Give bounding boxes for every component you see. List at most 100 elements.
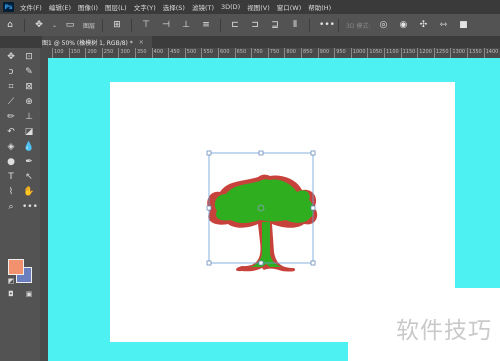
3d-scale-icon[interactable]: ■ xyxy=(458,20,468,30)
align-right-icon[interactable]: ⊒ xyxy=(270,20,280,30)
ruler-tick: 1300 xyxy=(450,48,465,58)
ruler-tick: 600 xyxy=(218,48,230,58)
ruler-tick: 850 xyxy=(301,48,313,58)
transform-controls-icon[interactable]: ⊞ xyxy=(112,20,122,30)
photoshop-logo[interactable]: Ps xyxy=(3,2,14,12)
quick-mask-icon[interactable]: ◘ xyxy=(4,288,18,300)
menu-layer[interactable]: 图层(L) xyxy=(105,2,127,12)
default-colors-icon[interactable]: ◩ xyxy=(4,275,18,287)
ruler-tick: 250 xyxy=(101,48,113,58)
distribute-h-icon[interactable]: ⫴ xyxy=(290,20,300,30)
ruler-tick: 1100 xyxy=(384,48,399,58)
menu-3d[interactable]: 3D(D) xyxy=(221,3,240,11)
move-tool-icon[interactable]: ✥ xyxy=(4,51,18,63)
separator xyxy=(24,18,25,32)
ruler-tick: 500 xyxy=(184,48,196,58)
ruler-tick: 550 xyxy=(201,48,213,58)
ruler-tick: 1250 xyxy=(433,48,449,58)
close-icon[interactable]: × xyxy=(139,39,144,46)
watermark-text: 软件技巧 xyxy=(396,318,492,344)
align-top-icon[interactable]: ⊤ xyxy=(141,20,151,30)
more-tools-icon[interactable]: ••• xyxy=(22,201,38,213)
ruler-tick: 350 xyxy=(135,48,147,58)
ruler-tick: 1400 xyxy=(483,48,498,58)
3d-slide-icon[interactable]: ⇿ xyxy=(438,20,448,30)
artboard-tool-icon[interactable]: ⊡ xyxy=(22,51,36,63)
separator xyxy=(102,18,104,32)
screen-mode-icon[interactable]: ▣ xyxy=(22,288,36,300)
document-tab[interactable]: 图1 @ 50% (橡模树 1, RGB/8) * × xyxy=(42,36,152,48)
ruler-tick: 700 xyxy=(251,48,263,58)
ruler-tick: 800 xyxy=(284,48,296,58)
3d-pan-icon[interactable]: ✣ xyxy=(418,20,428,30)
menu-edit[interactable]: 编辑(E) xyxy=(49,2,71,12)
dropdown-chevron-icon[interactable]: ⌄ xyxy=(52,22,57,29)
auto-select-icon[interactable]: ▭ xyxy=(65,20,75,30)
ruler-tick: 300 xyxy=(118,48,130,58)
horizontal-ruler: 100 150 200 250 300 350 400 450 500 550 600 650 700 7… xyxy=(40,48,500,58)
separator xyxy=(220,18,222,32)
type-icon[interactable]: T xyxy=(4,171,18,183)
menu-bar: Ps 文件(F) 编辑(E) 图像(I) 图层(L) 文字(Y) 选择(S) 滤… xyxy=(0,0,500,14)
align-middle-icon[interactable]: ⊣ xyxy=(161,20,171,30)
frame-icon[interactable]: ⊠ xyxy=(22,81,36,93)
tools-panel: ✥ ⊡ ↄ ✎ ⌗ ⊠ ⟋ ⊕ ✏ ⊥ ↶ ◪ ◈ 💧 ● ✒ T ↖ ⌇ ✋ … xyxy=(0,48,41,361)
path-select-icon[interactable]: ↖ xyxy=(22,171,36,183)
foreground-color-swatch[interactable] xyxy=(8,259,24,275)
3d-roll-icon[interactable]: ◉ xyxy=(398,20,408,30)
menu-filter[interactable]: 滤镜(T) xyxy=(192,2,214,12)
bucket-icon[interactable]: ◈ xyxy=(4,141,18,153)
eyedropper-icon[interactable]: ⟋ xyxy=(4,96,18,108)
zoom-icon[interactable]: ⌕ xyxy=(4,201,18,213)
document-tab-title: 图1 @ 50% (橡模树 1, RGB/8) * xyxy=(42,39,133,47)
ruler-tick: 450 xyxy=(168,48,180,58)
ruler-tick: 400 xyxy=(151,48,163,58)
home-icon[interactable]: ⌂ xyxy=(5,20,15,30)
menu-file[interactable]: 文件(F) xyxy=(20,2,42,12)
eraser-icon[interactable]: ◪ xyxy=(22,126,36,138)
pen-icon[interactable]: ✒ xyxy=(22,156,36,168)
align-center-icon[interactable]: ⊐ xyxy=(250,20,260,30)
ruler-tick: 1350 xyxy=(467,48,482,58)
align-left-icon[interactable]: ⊏ xyxy=(230,20,240,30)
ruler-tick: 1200 xyxy=(417,48,432,58)
tree-trunk xyxy=(250,222,282,267)
menu-image[interactable]: 图像(I) xyxy=(78,2,98,12)
blur-icon[interactable]: 💧 xyxy=(22,141,36,153)
align-bottom-icon[interactable]: ⊥ xyxy=(181,20,191,30)
move-icon[interactable]: ✥ xyxy=(34,20,44,30)
distribute-icon[interactable]: ≡ xyxy=(201,20,211,30)
3d-orbit-icon[interactable]: ◎ xyxy=(378,20,388,30)
healing-icon[interactable]: ⊕ xyxy=(22,96,36,108)
auto-select-dropdown[interactable]: 图层 xyxy=(83,21,95,30)
dodge-icon[interactable]: ● xyxy=(4,156,18,168)
menu-help[interactable]: 帮助(H) xyxy=(308,2,331,12)
vertical-ruler xyxy=(40,58,48,361)
more-icon[interactable]: ••• xyxy=(319,20,335,30)
menu-view[interactable]: 视图(V) xyxy=(247,2,270,12)
hand-icon[interactable]: ✋ xyxy=(22,186,36,198)
ruler-tick: 1000 xyxy=(350,48,366,58)
ruler-tick: 750 xyxy=(267,48,279,58)
ruler-tick: 100 xyxy=(52,48,64,58)
options-bar: ⌂ ✥ ⌄ ▭ 图层 ⊞ ⊤ ⊣ ⊥ ≡ ⊏ ⊐ ⊒ ⫴ ••• 3D 模式: … xyxy=(0,14,500,37)
brush-icon[interactable]: ✏ xyxy=(4,111,18,123)
menu-window[interactable]: 窗口(W) xyxy=(277,2,302,12)
canvas-pasteboard[interactable]: 软件技巧 xyxy=(48,58,500,361)
lasso-icon[interactable]: ↄ xyxy=(4,66,18,78)
ruler-tick: 1050 xyxy=(367,48,382,58)
ruler-tick: 650 xyxy=(234,48,246,58)
ruler-tick: 900 xyxy=(317,48,329,58)
ruler-tick: 150 xyxy=(68,48,80,58)
history-brush-icon[interactable]: ↶ xyxy=(4,126,18,138)
shape-icon[interactable]: ⌇ xyxy=(4,186,18,198)
separator xyxy=(309,18,311,32)
separator xyxy=(131,18,133,32)
menu-select[interactable]: 选择(S) xyxy=(163,2,185,12)
ruler-tick: 200 xyxy=(85,48,97,58)
stamp-icon[interactable]: ⊥ xyxy=(22,111,36,123)
separator xyxy=(338,18,340,32)
crop-icon[interactable]: ⌗ xyxy=(4,81,18,93)
menu-type[interactable]: 文字(Y) xyxy=(134,2,156,12)
quick-select-icon[interactable]: ✎ xyxy=(22,66,36,78)
